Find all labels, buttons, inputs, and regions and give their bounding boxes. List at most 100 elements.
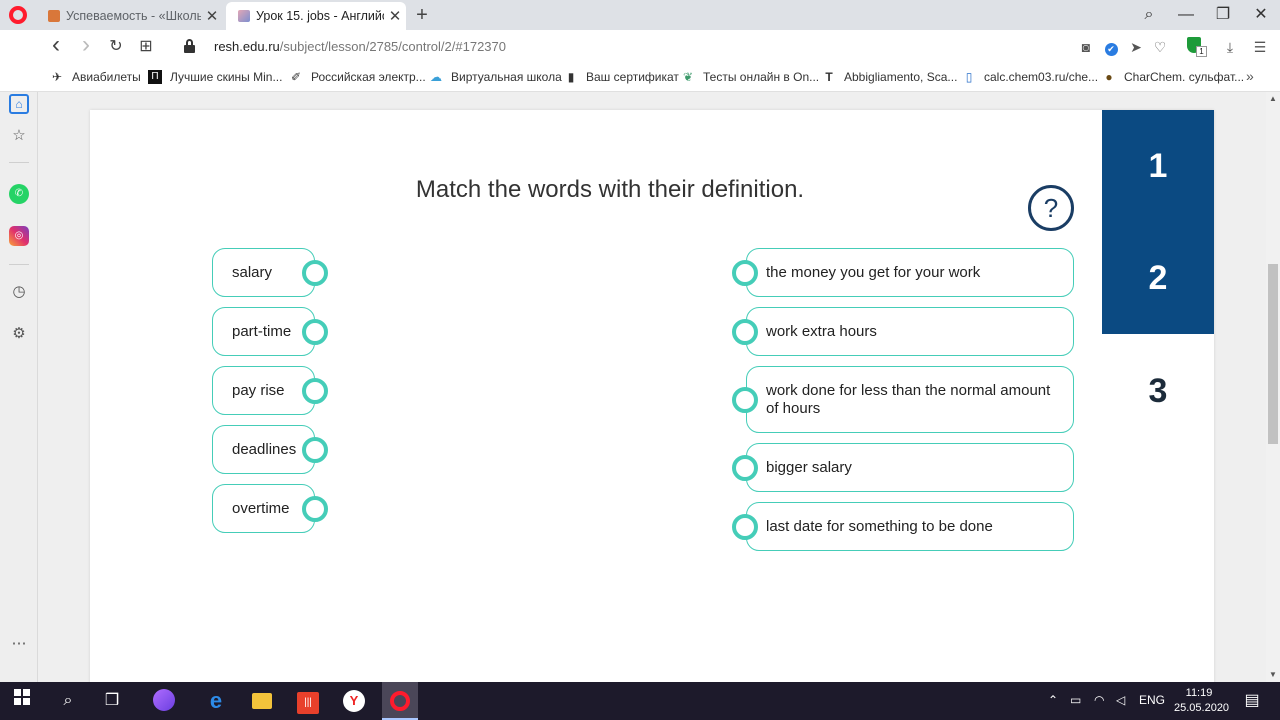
adblock-shield-icon[interactable]: ✔: [1101, 37, 1121, 57]
system-clock[interactable]: 11:19 25.05.2020: [1174, 686, 1230, 716]
definition-card[interactable]: work done for less than the normal amoun…: [746, 366, 1074, 433]
history-icon[interactable]: ◷: [9, 282, 29, 302]
badge-count: 1: [1196, 46, 1207, 57]
bookmarks-star-icon[interactable]: ☆: [9, 126, 29, 146]
lock-icon[interactable]: [184, 39, 195, 53]
definition-card[interactable]: bigger salary: [746, 443, 1074, 492]
favorite-heart-icon[interactable]: ♡: [1150, 37, 1170, 57]
share-send-icon[interactable]: ➤: [1126, 37, 1146, 57]
step-2-button[interactable]: 2: [1102, 222, 1214, 334]
word-connector-dot[interactable]: [302, 437, 328, 463]
step-1-button[interactable]: 1: [1102, 110, 1214, 222]
sidebar-divider: [9, 162, 29, 163]
scrollbar-thumb[interactable]: [1268, 264, 1278, 444]
notifications-icon[interactable]: ▤: [1240, 689, 1264, 713]
definition-card[interactable]: the money you get for your work: [746, 248, 1074, 297]
clock-date: 25.05.2020: [1174, 702, 1230, 714]
task-view-icon[interactable]: ❒: [100, 689, 124, 713]
plane-icon: ✈: [51, 70, 63, 84]
new-tab-icon[interactable]: +: [412, 4, 432, 27]
word-card-part-time[interactable]: part-time: [212, 307, 315, 356]
url-field[interactable]: resh.edu.ru/subject/lesson/2785/control/…: [214, 39, 506, 54]
back-icon[interactable]: ‹: [44, 33, 68, 59]
downloads-icon[interactable]: ⤓: [1220, 37, 1240, 57]
word-card-deadlines[interactable]: deadlines: [212, 425, 315, 474]
opera-sidebar: ⌂ ☆ ✆ ◎ ◷ ⚙ ⋯: [0, 92, 38, 682]
language-indicator[interactable]: ENG: [1139, 693, 1165, 707]
home-icon[interactable]: ⌂: [9, 94, 29, 114]
bookmark-item[interactable]: ☁ Виртуальная школа: [429, 70, 562, 84]
word-connector-dot[interactable]: [302, 319, 328, 345]
scroll-down-icon[interactable]: ▼: [1269, 670, 1277, 679]
yandex-browser-icon[interactable]: Y: [342, 689, 366, 713]
more-icon[interactable]: ⋯: [9, 634, 29, 654]
letter-t-icon: T: [825, 70, 833, 84]
opera-menu-icon[interactable]: [9, 6, 27, 24]
definition-card[interactable]: work extra hours: [746, 307, 1074, 356]
definition-connector-dot[interactable]: [732, 514, 758, 540]
tab-close-icon[interactable]: ✕: [201, 7, 223, 25]
page-viewport: Match the words with their definition. ?…: [38, 92, 1266, 682]
scroll-up-icon[interactable]: ▲: [1269, 94, 1277, 103]
word-card-overtime[interactable]: overtime: [212, 484, 315, 533]
search-icon[interactable]: ⌕: [56, 689, 80, 713]
word-connector-dot[interactable]: [302, 378, 328, 404]
minimize-icon[interactable]: —: [1168, 3, 1204, 27]
word-connector-dot[interactable]: [302, 496, 328, 522]
vpn-shield-icon[interactable]: 1: [1184, 37, 1207, 57]
leaf-icon: ❦: [682, 70, 694, 84]
wifi-icon[interactable]: ◠: [1094, 693, 1104, 707]
file-explorer-icon[interactable]: [250, 689, 274, 713]
easy-setup-menu-icon[interactable]: ☰: [1250, 37, 1270, 57]
bookmark-item[interactable]: ❦ Тесты онлайн в On...: [681, 70, 819, 84]
url-path: /subject/lesson/2785/control/2/#172370: [279, 39, 506, 54]
battery-icon[interactable]: ▭: [1070, 693, 1081, 707]
bookmark-item[interactable]: ● CharChem. сульфат...: [1102, 70, 1244, 84]
edge-browser-icon[interactable]: e: [204, 689, 228, 713]
volume-icon[interactable]: ◁: [1116, 693, 1125, 707]
bookmark-item[interactable]: ▮ Ваш сертификат: [564, 70, 679, 84]
definition-connector-dot[interactable]: [732, 387, 758, 413]
word-connector-dot[interactable]: [302, 260, 328, 286]
word-card-pay-rise[interactable]: pay rise: [212, 366, 315, 415]
speed-dial-icon[interactable]: ⊞: [134, 35, 158, 59]
bookmarks-more-icon[interactable]: »: [1246, 68, 1254, 84]
step-3-button[interactable]: 3: [1102, 335, 1214, 447]
tab-favicon-icon: [238, 10, 250, 22]
tab-lesson-active[interactable]: Урок 15. jobs - Английски ✕: [226, 2, 406, 30]
tab-label: Успеваемость - «Школьн...: [66, 9, 201, 23]
tab-search-icon[interactable]: ⌕: [1131, 3, 1167, 27]
instagram-icon[interactable]: ◎: [9, 226, 29, 246]
question-title: Match the words with their definition.: [415, 176, 805, 203]
definition-connector-dot[interactable]: [732, 319, 758, 345]
whatsapp-icon[interactable]: ✆: [9, 184, 29, 204]
snapshot-icon[interactable]: ◙: [1076, 37, 1096, 57]
maximize-icon[interactable]: ❐: [1205, 3, 1241, 27]
app-red-icon[interactable]: |||: [296, 689, 320, 714]
bookmark-item[interactable]: ✈ Авиабилеты: [50, 70, 141, 84]
window-close-icon[interactable]: ✕: [1243, 3, 1279, 27]
clock-time: 11:19: [1185, 687, 1213, 699]
address-bar: ‹ › ↻ ⊞ resh.edu.ru/subject/lesson/2785/…: [0, 30, 1280, 64]
definition-connector-dot[interactable]: [732, 455, 758, 481]
help-icon[interactable]: ?: [1028, 185, 1074, 231]
exercise-card: Match the words with their definition. ?…: [90, 110, 1214, 682]
reload-icon[interactable]: ↻: [104, 35, 128, 59]
settings-icon[interactable]: ⚙: [9, 324, 29, 344]
forward-icon[interactable]: ›: [74, 33, 98, 59]
tab-label: Урок 15. jobs - Английски: [256, 9, 384, 23]
opera-browser-icon[interactable]: [388, 689, 412, 713]
definition-card[interactable]: last date for something to be done: [746, 502, 1074, 551]
definition-connector-dot[interactable]: [732, 260, 758, 286]
windows-start-icon[interactable]: [10, 689, 34, 713]
bookmark-item[interactable]: П Лучшие скины Min...: [148, 70, 282, 84]
tab-close-icon[interactable]: ✕: [384, 7, 406, 25]
alice-assistant-icon[interactable]: [152, 689, 176, 713]
tab-grades[interactable]: Успеваемость - «Школьн... ✕: [36, 2, 223, 30]
bookmark-item[interactable]: ✐ Российская электр...: [289, 70, 426, 84]
tray-expand-icon[interactable]: ⌃: [1048, 693, 1058, 707]
page-scrollbar[interactable]: ▲ ▼: [1266, 92, 1280, 682]
word-card-salary[interactable]: salary: [212, 248, 315, 297]
bookmark-item[interactable]: T Abbigliamento, Sca...: [822, 70, 957, 84]
bookmark-item[interactable]: ▯ calc.chem03.ru/che...: [962, 70, 1098, 84]
